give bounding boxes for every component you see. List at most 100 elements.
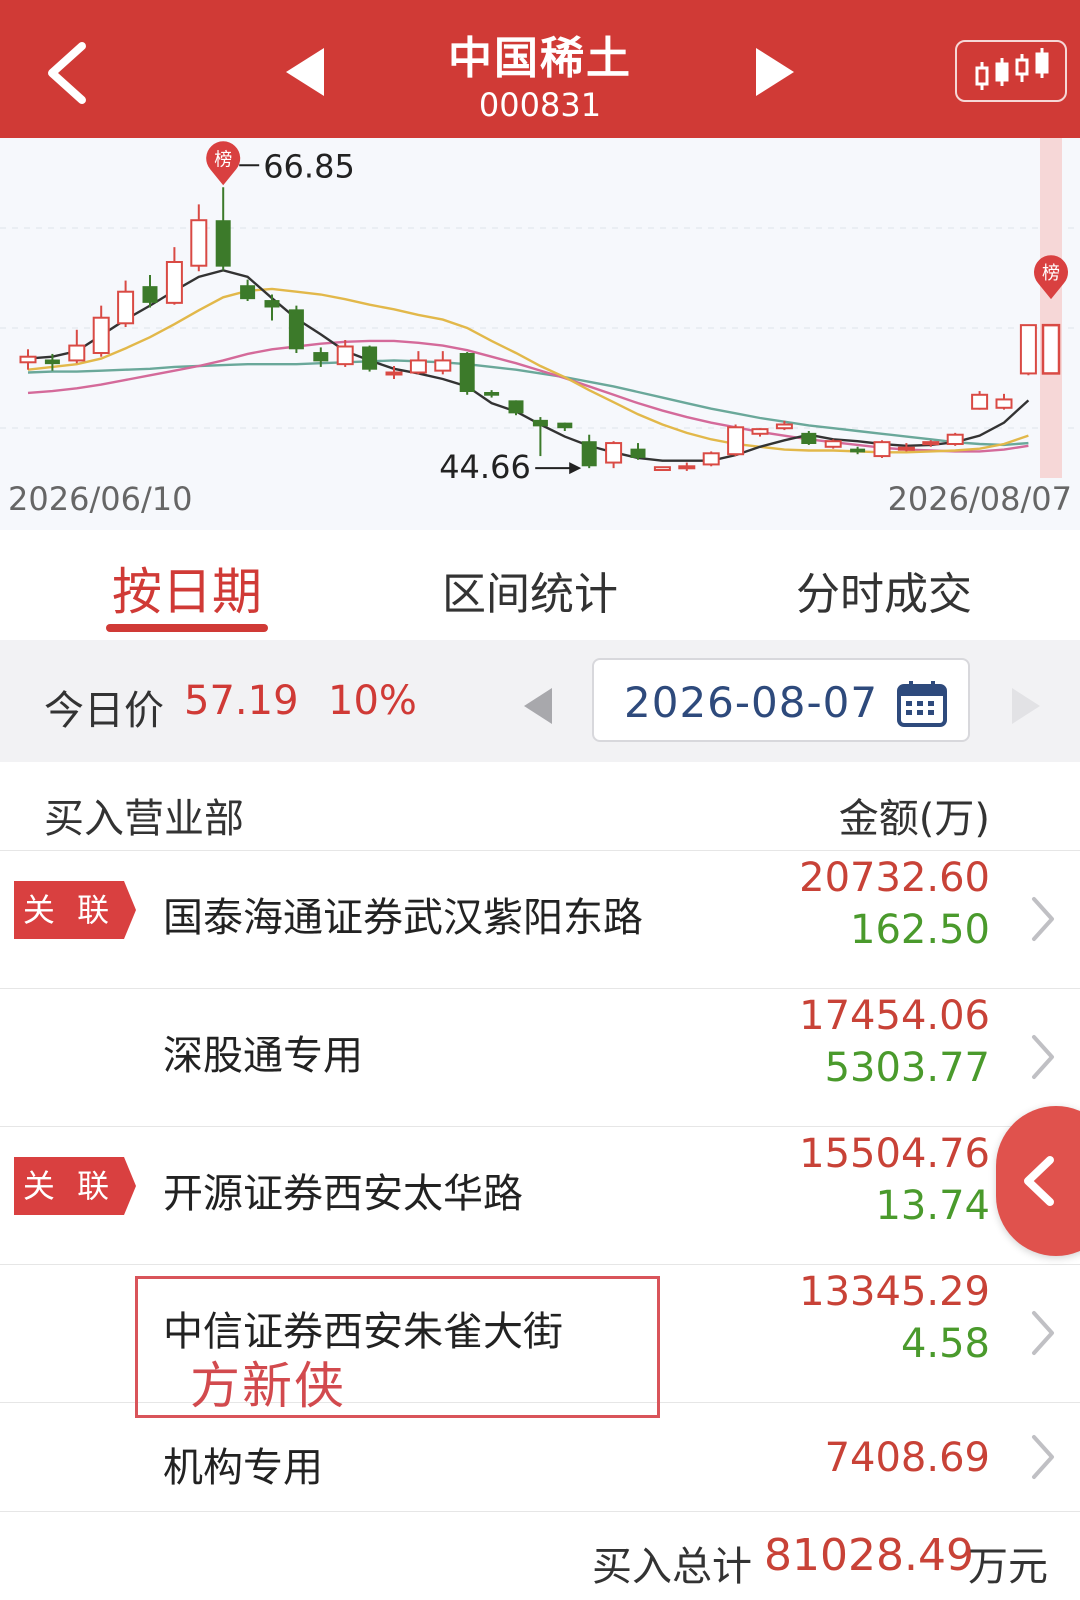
tag-label: 关 联: [22, 891, 116, 929]
candle-body-up: [971, 393, 989, 410]
candle-body-up: [1019, 324, 1037, 375]
candle-body-up: [409, 359, 427, 374]
moving-average-line-ma20: [27, 339, 1029, 453]
low-label-arrowhead: [569, 462, 582, 475]
selected-date: 2026-08-07: [624, 678, 879, 727]
kline-chart-svg: 榜 66.85 44.66 榜: [0, 138, 1080, 486]
candle-body-up: [922, 441, 940, 446]
sell-amount: 162.50: [850, 907, 990, 953]
tab-bar: 按日期 区间统计 分时成交: [0, 530, 1080, 640]
chart-start-date: 2026/06/10: [8, 480, 193, 518]
table-row[interactable]: 机构专用 7408.69: [0, 1403, 1080, 1512]
candle-body-down: [581, 441, 597, 467]
candle-body-down: [215, 220, 231, 267]
candle-body-up: [336, 345, 354, 366]
candle-body-up: [117, 290, 135, 325]
annotation-text: 方新侠: [190, 1357, 346, 1415]
table-header: 买入营业部 金额(万): [0, 762, 1080, 851]
branch-name: 深股通专用: [163, 1033, 363, 1079]
related-tag-badge: 关 联: [14, 881, 138, 939]
candle-body-down: [240, 285, 256, 300]
candle-body-up: [824, 440, 842, 448]
next-stock-icon[interactable]: [750, 44, 800, 100]
candle-body-down: [484, 392, 500, 396]
chevron-right-icon: [1032, 897, 1054, 941]
candle-body-up: [727, 426, 745, 456]
kline-chart[interactable]: 榜 66.85 44.66 榜: [0, 138, 1080, 530]
candle-body-up: [946, 433, 964, 446]
candle-body-up: [190, 219, 208, 267]
list-badge-text: 榜: [1042, 263, 1060, 284]
candle-body-down: [44, 359, 60, 365]
candle-body-down: [630, 448, 646, 458]
tag-label: 关 联: [22, 1167, 116, 1205]
kline-toggle-button[interactable]: [955, 40, 1067, 102]
list-badge-text: 榜: [214, 149, 232, 170]
sell-amount: 5303.77: [824, 1045, 990, 1091]
candle-body-up: [751, 428, 769, 435]
buy-amount: 7408.69: [824, 1435, 990, 1481]
candle-body-up: [605, 442, 623, 464]
candle-body-down: [557, 422, 573, 429]
latest-candle-body: [1041, 323, 1061, 375]
candle-body-up: [995, 398, 1013, 409]
branch-name: 开源证券西安太华路: [163, 1171, 523, 1217]
next-date-icon[interactable]: [1008, 684, 1044, 728]
date-picker[interactable]: 2026-08-07: [592, 658, 970, 742]
calendar-icon: [897, 681, 947, 727]
chevron-left-icon: [1024, 1156, 1054, 1206]
current-day-highlight: [1040, 138, 1062, 478]
candle-body-down: [532, 419, 548, 427]
candle-body-up: [897, 446, 915, 451]
sell-amount: 13.74: [875, 1183, 990, 1229]
candle-body-down: [508, 400, 524, 414]
candle-body-up: [165, 261, 183, 304]
tab-intraday-trades[interactable]: 分时成交: [794, 558, 974, 622]
candlestick-icon: [975, 48, 1049, 90]
sell-amount: 4.58: [900, 1321, 990, 1367]
candle-body-down: [313, 352, 329, 362]
candle-body-up: [385, 371, 403, 376]
buy-amount: 13345.29: [799, 1269, 990, 1315]
table-row[interactable]: 关 联 开源证券西安太华路 15504.76 13.74: [0, 1127, 1080, 1265]
buyer-branch-header: 买入营业部: [44, 796, 244, 842]
back-arrow-icon[interactable]: [38, 38, 98, 108]
high-price-label: 66.85: [263, 147, 355, 185]
table-row[interactable]: 关 联 国泰海通证券武汉紫阳东路 20732.60 162.50: [0, 851, 1080, 989]
candle-body-down: [142, 286, 158, 303]
tab-range-stats[interactable]: 区间统计: [440, 558, 620, 622]
chevron-right-icon: [1032, 1311, 1054, 1355]
top-nav-bar: 中国稀土 000831: [0, 0, 1080, 138]
chart-end-date: 2026/08/07: [887, 480, 1072, 518]
buy-total-value: 81028.49: [764, 1530, 974, 1581]
moving-average-line-ma30: [27, 359, 1029, 447]
candle-body-up: [775, 423, 793, 430]
candle-body-up: [678, 465, 696, 470]
table-row[interactable]: 深股通专用 17454.06 5303.77: [0, 989, 1080, 1127]
today-price-value: 57.19: [184, 678, 299, 724]
amount-header: 金额(万): [838, 796, 990, 842]
candle-body-down: [362, 346, 378, 370]
chevron-right-icon: [1032, 1035, 1054, 1079]
previous-stock-icon[interactable]: [280, 44, 330, 100]
buy-total-unit: 万元: [968, 1544, 1048, 1590]
price-date-bar: 今日价 57.19 10% 2026-08-07: [0, 640, 1080, 764]
active-tab-indicator: [106, 624, 268, 632]
floating-collapse-button[interactable]: [996, 1106, 1080, 1256]
buy-total-label: 买入总计: [592, 1544, 752, 1590]
candle-body-down: [459, 353, 475, 392]
today-price-label: 今日价: [44, 688, 164, 734]
stock-code: 000831: [478, 86, 602, 124]
tab-by-date[interactable]: 按日期: [106, 552, 268, 624]
branch-name: 国泰海通证券武汉紫阳东路: [163, 895, 643, 941]
buy-amount: 17454.06: [799, 993, 990, 1039]
candle-body-up: [92, 316, 110, 354]
candle-body-up: [702, 452, 720, 466]
branch-name: 机构专用: [163, 1445, 323, 1491]
candle-body-up: [434, 359, 452, 372]
candle-body-up: [653, 466, 671, 472]
candle-body-up: [873, 441, 891, 458]
chevron-right-icon: [1032, 1435, 1054, 1479]
previous-date-icon[interactable]: [520, 684, 556, 728]
candle-body-down: [288, 309, 304, 350]
